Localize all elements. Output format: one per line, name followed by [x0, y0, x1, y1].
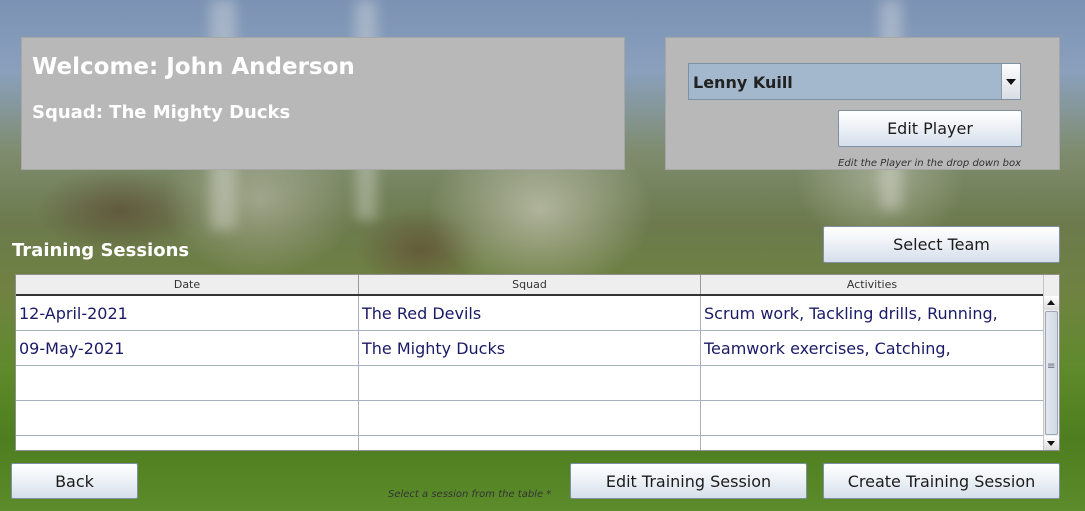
chevron-down-icon[interactable] — [1001, 64, 1020, 99]
cell-squad[interactable] — [359, 436, 701, 450]
cell-squad[interactable] — [359, 366, 701, 400]
session-hint: Select a session from the table * — [388, 489, 552, 500]
table-body: 12-April-2021 The Red Devils Scrum work,… — [16, 296, 1044, 450]
table-row[interactable]: 09-May-2021 The Mighty Ducks Teamwork ex… — [16, 331, 1044, 366]
edit-player-button[interactable]: Edit Player — [838, 110, 1022, 147]
player-dropdown[interactable]: Lenny Kuill — [688, 63, 1021, 100]
column-header-date[interactable]: Date — [16, 275, 359, 294]
table-row[interactable] — [16, 436, 1044, 450]
cell-squad[interactable]: The Red Devils — [359, 296, 701, 330]
table-header: Date Squad Activities — [16, 275, 1044, 296]
training-sessions-title: Training Sessions — [12, 240, 190, 261]
arrow-up-icon[interactable] — [1044, 296, 1059, 310]
select-team-button[interactable]: Select Team — [823, 226, 1060, 263]
edit-training-session-button[interactable]: Edit Training Session — [570, 463, 807, 499]
cell-activities[interactable] — [701, 401, 1044, 435]
column-header-activities[interactable]: Activities — [701, 275, 1044, 294]
table-row[interactable]: 12-April-2021 The Red Devils Scrum work,… — [16, 296, 1044, 331]
create-training-session-button[interactable]: Create Training Session — [823, 463, 1060, 499]
cell-date[interactable] — [16, 436, 359, 450]
cell-activities[interactable] — [701, 436, 1044, 450]
cell-date[interactable] — [16, 401, 359, 435]
cell-activities[interactable]: Scrum work, Tackling drills, Running, — [701, 296, 1044, 330]
welcome-title: Welcome: John Anderson — [32, 54, 355, 80]
scrollbar-thumb[interactable] — [1045, 311, 1058, 435]
back-button[interactable]: Back — [11, 463, 138, 499]
player-hint: Edit the Player in the drop down box — [838, 158, 1021, 169]
squad-label: Squad: The Mighty Ducks — [32, 102, 291, 123]
sessions-table[interactable]: Date Squad Activities 12-April-2021 The … — [15, 274, 1060, 451]
player-panel: Lenny Kuill Edit Player Edit the Player … — [665, 37, 1060, 170]
table-scrollbar[interactable] — [1043, 275, 1059, 450]
player-dropdown-value: Lenny Kuill — [693, 73, 793, 92]
cell-date[interactable] — [16, 366, 359, 400]
cell-date[interactable]: 12-April-2021 — [16, 296, 359, 330]
welcome-panel: Welcome: John Anderson Squad: The Mighty… — [21, 37, 625, 170]
cell-squad[interactable] — [359, 401, 701, 435]
cell-squad[interactable]: The Mighty Ducks — [359, 331, 701, 365]
cell-date[interactable]: 09-May-2021 — [16, 331, 359, 365]
cell-activities[interactable]: Teamwork exercises, Catching, — [701, 331, 1044, 365]
table-row[interactable] — [16, 366, 1044, 401]
arrow-down-icon[interactable] — [1044, 436, 1059, 450]
column-header-squad[interactable]: Squad — [359, 275, 701, 294]
table-row[interactable] — [16, 401, 1044, 436]
cell-activities[interactable] — [701, 366, 1044, 400]
